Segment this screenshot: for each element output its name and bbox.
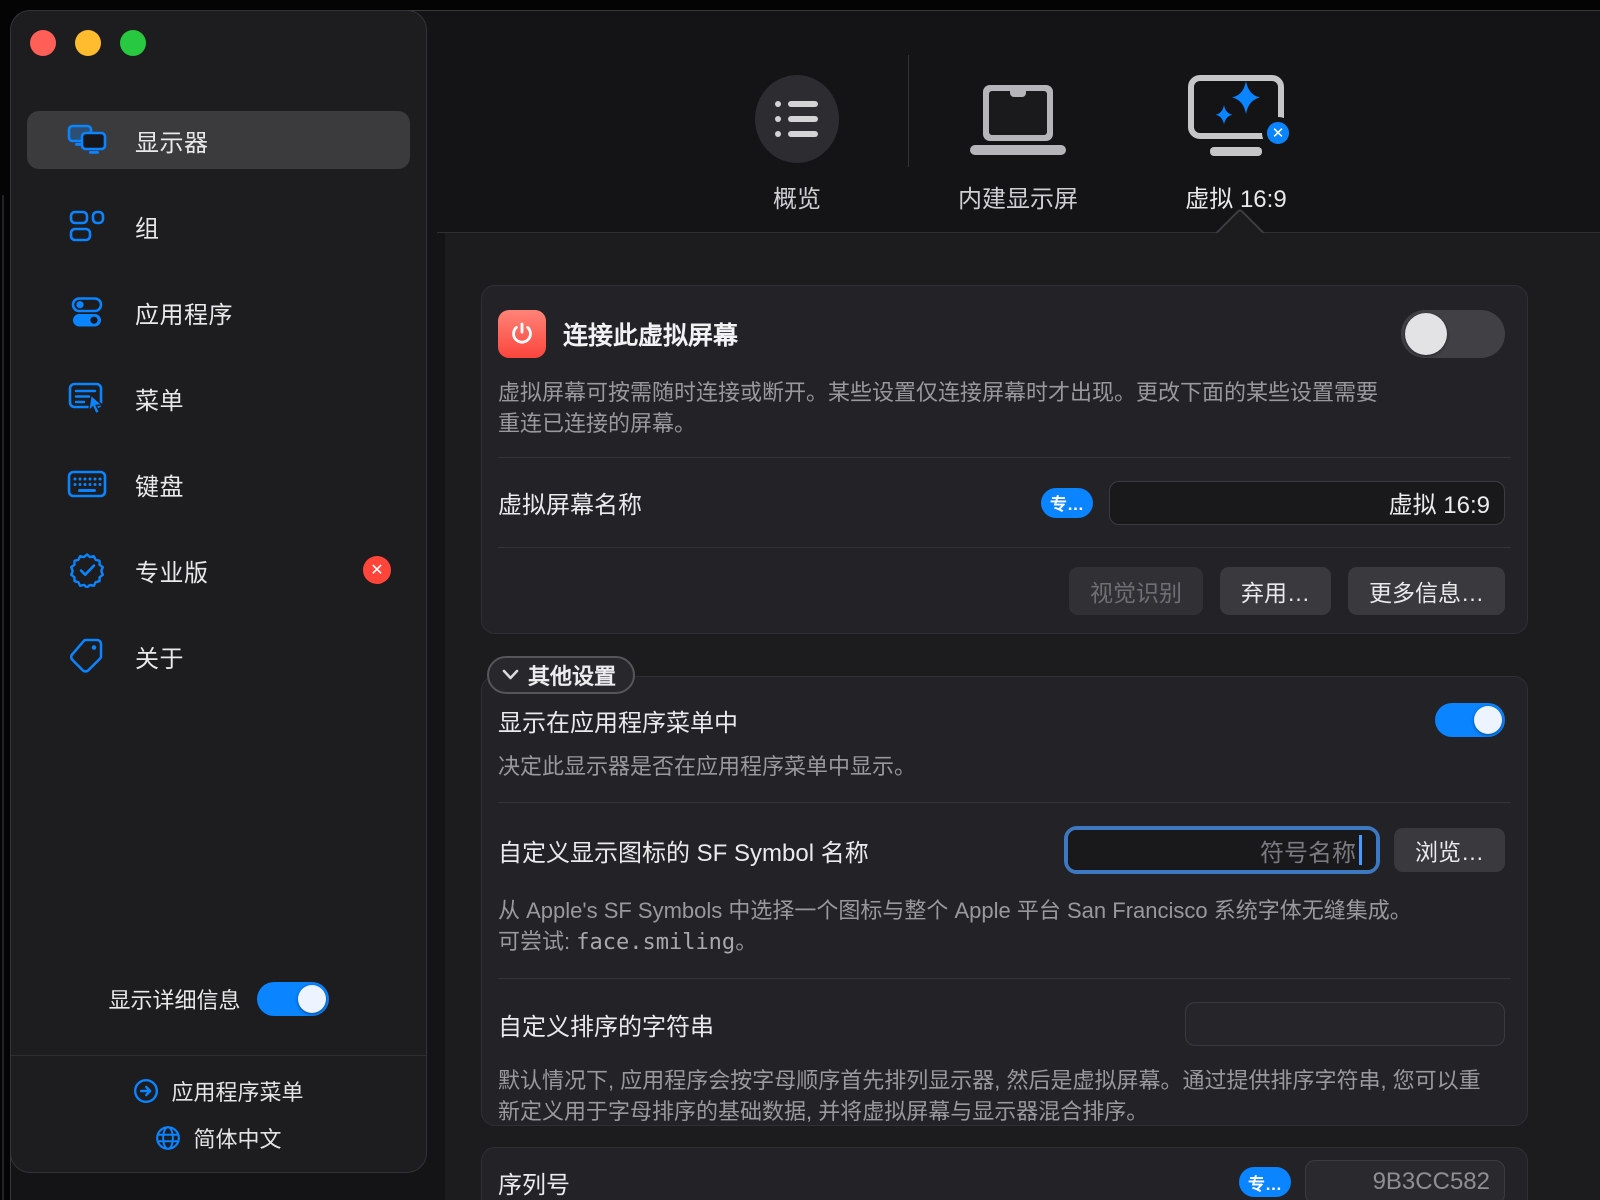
window-controls	[30, 30, 146, 56]
sidebar-item-label: 关于	[135, 639, 184, 674]
serial-panel: 序列号 专… 9B3CC582	[481, 1147, 1528, 1200]
tab-overview[interactable]: 概览	[712, 63, 882, 214]
overview-list-icon	[755, 75, 839, 163]
groups-icon	[65, 208, 109, 244]
sidebar-item-groups[interactable]: 组	[27, 197, 410, 255]
virtual-display-icon: ✕	[1184, 73, 1288, 163]
language-link[interactable]: 简体中文	[11, 1121, 426, 1155]
connect-title: 连接此虚拟屏幕	[563, 316, 738, 352]
screen: 概览 内建显示屏 ✕	[0, 0, 1600, 1200]
sidebar-item-applications[interactable]: 应用程序	[27, 283, 410, 341]
connect-panel: 连接此虚拟屏幕 虚拟屏幕可按需随时连接或断开。某些设置仅连接屏幕时才出现。更改下…	[481, 285, 1528, 634]
sf-symbol-row: 自定义显示图标的 SF Symbol 名称 符号名称 浏览…	[482, 803, 1527, 897]
sidebar-item-label: 显示器	[135, 123, 209, 158]
globe-icon	[155, 1125, 181, 1151]
sparkle-large	[1232, 81, 1260, 114]
minimize-window-button[interactable]	[75, 30, 101, 56]
text-caret	[1359, 835, 1362, 865]
show-details-label: 显示详细信息	[108, 983, 240, 1015]
sf-symbol-example-code: face.smiling	[576, 930, 735, 955]
actions-row: 视觉识别 弃用… 更多信息…	[482, 548, 1527, 634]
sidebar-nav: 显示器 组	[11, 111, 426, 713]
sidebar-item-displays[interactable]: 显示器	[27, 111, 410, 169]
tab-overview-label: 概览	[712, 179, 882, 214]
sf-symbol-description: 从 Apple's SF Symbols 中选择一个图标与整个 Apple 平台…	[482, 895, 1457, 958]
other-settings-header: 其他设置	[528, 659, 616, 691]
background-window-edge	[2, 195, 4, 1200]
sidebar-item-label: 组	[135, 209, 160, 244]
more-info-button[interactable]: 更多信息…	[1348, 567, 1505, 615]
serial-label: 序列号	[498, 1165, 570, 1200]
chevron-down-icon	[502, 669, 519, 681]
connect-description: 虚拟屏幕可按需随时连接或断开。某些设置仅连接屏幕时才出现。更改下面的某些设置需要…	[482, 377, 1402, 439]
other-settings-disclosure[interactable]: 其他设置	[487, 656, 635, 694]
tab-builtin-display[interactable]: 内建显示屏	[933, 63, 1103, 214]
show-in-menu-toggle[interactable]	[1435, 703, 1505, 737]
apps-icon	[65, 294, 109, 330]
zoom-window-button[interactable]	[120, 30, 146, 56]
close-window-button[interactable]	[30, 30, 56, 56]
pro-error-badge[interactable]: ✕	[363, 556, 391, 584]
sidebar-item-keyboard[interactable]: 键盘	[27, 455, 410, 513]
app-menu-link-label: 应用程序菜单	[171, 1075, 303, 1107]
other-settings-panel: 显示在应用程序菜单中 决定此显示器是否在应用程序菜单中显示。 自定义显示图标的 …	[481, 676, 1528, 1126]
menu-icon	[65, 380, 109, 416]
sidebar-item-label: 菜单	[135, 381, 184, 416]
tab-virtual-label: 虚拟 16:9	[1151, 179, 1321, 214]
connect-toggle[interactable]	[1401, 310, 1505, 358]
sidebar-item-pro[interactable]: 专业版 ✕	[27, 541, 410, 599]
screen-name-label: 虚拟屏幕名称	[498, 485, 642, 520]
disconnect-x-badge: ✕	[1262, 117, 1294, 149]
toolbar-divider	[908, 55, 909, 167]
show-in-menu-label: 显示在应用程序菜单中	[498, 703, 738, 738]
connect-row: 连接此虚拟屏幕	[482, 286, 1527, 381]
sparkle-small	[1216, 105, 1233, 125]
sidebar-item-label: 应用程序	[135, 295, 233, 330]
discard-button[interactable]: 弃用…	[1220, 567, 1331, 615]
sidebar-item-label: 键盘	[135, 467, 184, 502]
sidebar-footer-divider	[11, 1055, 426, 1056]
tag-icon	[65, 638, 109, 674]
sort-string-label: 自定义排序的字符串	[498, 1007, 714, 1042]
sort-string-input[interactable]	[1185, 1002, 1505, 1046]
screen-name-value: 虚拟 16:9	[1389, 485, 1490, 520]
displays-icon	[65, 122, 109, 158]
tab-builtin-label: 内建显示屏	[933, 179, 1103, 214]
show-details-toggle[interactable]	[257, 982, 329, 1016]
app-menu-link[interactable]: 应用程序菜单	[11, 1074, 426, 1108]
keyboard-icon	[65, 466, 109, 502]
laptop-icon	[968, 77, 1068, 163]
browse-button[interactable]: 浏览…	[1394, 828, 1505, 872]
pro-feature-badge: 专…	[1041, 488, 1093, 518]
sidebar: 显示器 组	[10, 10, 427, 1173]
serial-value-field[interactable]: 9B3CC582	[1305, 1160, 1505, 1200]
sidebar-item-about[interactable]: 关于	[27, 627, 410, 685]
tab-virtual-16-9[interactable]: ✕ 虚拟 16:9	[1151, 63, 1321, 214]
screen-name-row: 虚拟屏幕名称 专… 虚拟 16:9	[482, 458, 1527, 547]
sort-string-description: 默认情况下, 应用程序会按字母顺序首先排列显示器, 然后是虚拟屏幕。通过提供排序…	[482, 1065, 1502, 1127]
sidebar-item-menu[interactable]: 菜单	[27, 369, 410, 427]
serial-value: 9B3CC582	[1373, 1168, 1490, 1196]
show-in-menu-description: 决定此显示器是否在应用程序菜单中显示。	[482, 751, 1527, 782]
content-area: 连接此虚拟屏幕 虚拟屏幕可按需随时连接或断开。某些设置仅连接屏幕时才出现。更改下…	[445, 233, 1600, 1200]
arrow-circle-icon	[133, 1078, 159, 1104]
sf-symbol-label: 自定义显示图标的 SF Symbol 名称	[498, 833, 869, 868]
sort-string-row: 自定义排序的字符串	[482, 979, 1527, 1069]
serial-row: 序列号 专… 9B3CC582	[482, 1148, 1527, 1200]
sidebar-item-label: 专业版	[135, 553, 209, 588]
screen-name-input[interactable]: 虚拟 16:9	[1109, 481, 1505, 525]
language-link-label: 简体中文	[193, 1122, 281, 1154]
power-icon	[498, 310, 546, 358]
show-in-menu-row: 显示在应用程序菜单中	[482, 677, 1527, 751]
visual-identify-button[interactable]: 视觉识别	[1069, 567, 1203, 615]
show-details-row: 显示详细信息	[11, 982, 426, 1016]
sf-symbol-placeholder: 符号名称	[1260, 833, 1356, 868]
sf-symbol-input-focus-ring: 符号名称	[1064, 826, 1380, 874]
pro-feature-badge: 专…	[1239, 1167, 1291, 1197]
sf-symbol-input[interactable]: 符号名称	[1068, 830, 1376, 870]
pro-seal-icon	[65, 552, 109, 588]
